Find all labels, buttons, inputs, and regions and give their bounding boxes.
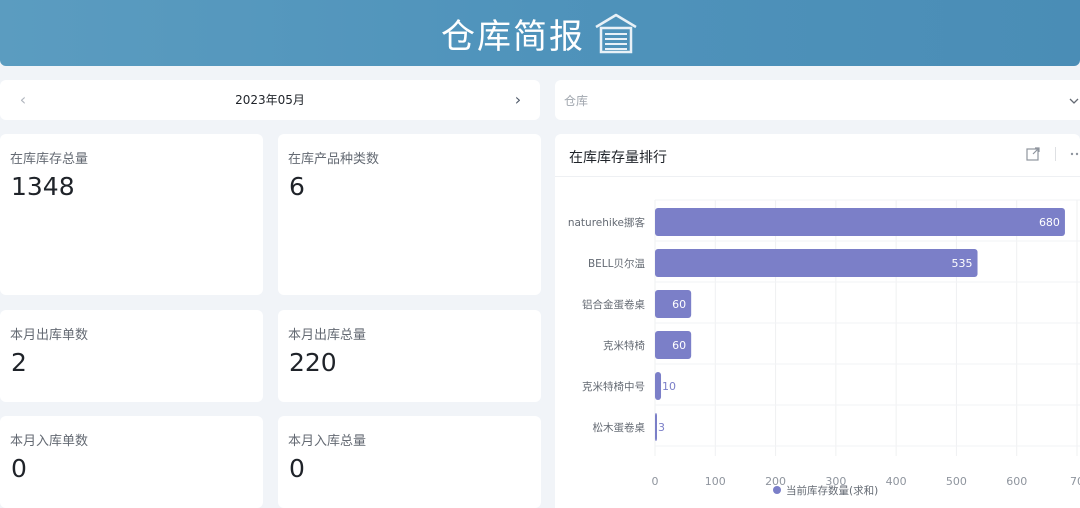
y-tick-label: 克米特椅中号: [582, 380, 645, 393]
x-tick-label: 500: [946, 475, 967, 488]
kpi-value: 0: [289, 454, 305, 483]
kpi-card-outbound-orders: 本月出库单数 2: [0, 310, 263, 402]
bar: [655, 208, 1065, 236]
bar: [655, 249, 978, 277]
x-tick-label: 600: [1006, 475, 1027, 488]
x-tick-label: 70: [1070, 475, 1080, 488]
kpi-value: 6: [289, 172, 305, 201]
kpi-card-inbound-orders: 本月入库单数 0: [0, 416, 263, 508]
chevron-down-icon[interactable]: [1068, 93, 1080, 107]
kpi-card-total-stock: 在库库存总量 1348: [0, 134, 263, 295]
warehouse-select-placeholder: 仓库: [564, 94, 589, 108]
legend-marker: [773, 486, 781, 494]
x-tick-label: 400: [886, 475, 907, 488]
data-label: 60: [672, 339, 686, 352]
data-label: 680: [1039, 216, 1060, 229]
y-tick-label: naturehike挪客: [568, 216, 646, 229]
bar-chart: 010020030040050060070naturehike挪客680BELL…: [568, 199, 1080, 497]
y-tick-label: 松木蛋卷桌: [593, 421, 646, 434]
warehouse-select[interactable]: 仓库: [555, 80, 1080, 120]
kpi-card-product-types: 在库产品种类数 6: [278, 134, 541, 295]
x-tick-label: 0: [652, 475, 659, 488]
chevron-right-icon[interactable]: ›: [508, 90, 528, 110]
kpi-value: 220: [289, 348, 337, 377]
kpi-label: 本月入库单数: [10, 434, 89, 449]
kpi-card-outbound-total: 本月出库总量 220: [278, 310, 541, 402]
stock-ranking-panel: 在库库存量排行 010020030040050060070naturehike挪…: [555, 134, 1080, 508]
month-picker[interactable]: ‹ 2023年05月 ›: [0, 80, 540, 120]
kpi-card-inbound-total: 本月入库总量 0: [278, 416, 541, 508]
kpi-label: 在库产品种类数: [288, 152, 380, 167]
x-tick-label: 100: [705, 475, 726, 488]
kpi-label: 在库库存总量: [10, 152, 89, 167]
kpi-value: 0: [11, 454, 27, 483]
data-label: 10: [662, 380, 676, 393]
warehouse-icon: [593, 10, 639, 56]
page-title: 仓库简报: [441, 16, 585, 57]
x-tick-label: 200: [765, 475, 786, 488]
y-tick-label: 铝合金蛋卷桌: [582, 298, 645, 311]
kpi-label: 本月入库总量: [288, 434, 367, 449]
data-label: 3: [658, 421, 665, 434]
y-tick-label: 克米特椅: [603, 339, 645, 352]
bar: [655, 372, 662, 400]
bar: [655, 413, 657, 441]
kpi-value: 2: [11, 348, 27, 377]
kpi-label: 本月出库单数: [10, 328, 89, 343]
kpi-label: 本月出库总量: [288, 328, 367, 343]
data-label: 535: [952, 257, 973, 270]
month-value: 2023年05月: [235, 93, 305, 107]
legend-label: 当前库存数量(求和): [786, 484, 878, 497]
y-tick-label: BELL贝尔温: [588, 257, 646, 270]
data-label: 60: [672, 298, 686, 311]
page-header: 仓库简报: [0, 0, 1080, 66]
kpi-value: 1348: [11, 172, 75, 201]
